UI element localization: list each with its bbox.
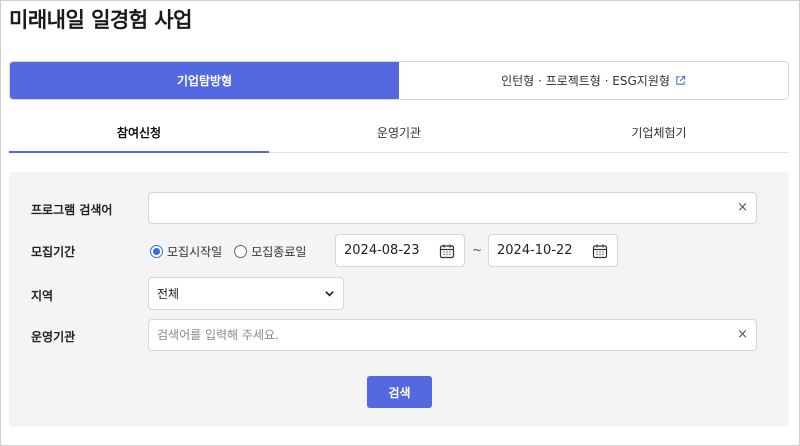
tab-intern-project-esg-label: 인턴형 · 프로젝트형 · ESG지원형 bbox=[501, 74, 670, 88]
calendar-icon[interactable] bbox=[439, 243, 455, 259]
tab-company-visit-label: 기업탐방형 bbox=[176, 74, 233, 88]
search-button[interactable]: 검색 bbox=[367, 376, 432, 408]
operator-search-input[interactable] bbox=[149, 320, 756, 350]
end-date-value: 2024-10-22 bbox=[497, 243, 573, 258]
tab-experience-reviews[interactable]: 기업체험기 bbox=[529, 114, 789, 152]
radio-start-date-label: 모집시작일 bbox=[167, 245, 223, 259]
region-select[interactable]: 전체 bbox=[148, 277, 344, 310]
sub-tab-bar: 참여신청 운영기관 기업체험기 bbox=[9, 114, 789, 153]
date-range-separator: ~ bbox=[472, 243, 483, 257]
region-selected-value: 전체 bbox=[157, 287, 180, 301]
clear-icon[interactable]: × bbox=[737, 328, 748, 342]
region-label: 지역 bbox=[31, 289, 54, 303]
tab-company-visit[interactable]: 기업탐방형 bbox=[10, 62, 399, 99]
tab-intern-project-esg[interactable]: 인턴형 · 프로젝트형 · ESG지원형 bbox=[399, 62, 788, 99]
page-title: 미래내일 일경험 사업 bbox=[9, 8, 193, 32]
main-tab-bar: 기업탐방형 인턴형 · 프로젝트형 · ESG지원형 bbox=[9, 61, 789, 100]
end-date-field[interactable]: 2024-10-22 bbox=[488, 234, 618, 267]
program-search-label: 프로그램 검색어 bbox=[31, 203, 113, 217]
program-search-field: × bbox=[148, 192, 757, 224]
period-type-radio-group: 모집시작일 모집종료일 bbox=[150, 243, 318, 260]
program-search-input[interactable] bbox=[149, 193, 756, 223]
external-link-icon bbox=[675, 75, 686, 86]
radio-start-date[interactable]: 모집시작일 bbox=[150, 243, 222, 260]
radio-unchecked-icon bbox=[234, 245, 248, 258]
calendar-icon[interactable] bbox=[592, 243, 608, 259]
radio-end-date-label: 모집종료일 bbox=[251, 245, 307, 259]
tab-apply[interactable]: 참여신청 bbox=[9, 114, 269, 153]
tab-operators[interactable]: 운영기관 bbox=[269, 114, 529, 152]
operator-search-field: × bbox=[148, 319, 757, 351]
radio-checked-icon bbox=[150, 245, 163, 258]
chevron-down-icon bbox=[324, 288, 335, 299]
start-date-field[interactable]: 2024-08-23 bbox=[335, 234, 465, 267]
recruit-period-label: 모집기간 bbox=[31, 245, 76, 259]
start-date-value: 2024-08-23 bbox=[344, 243, 420, 258]
radio-end-date[interactable]: 모집종료일 bbox=[234, 243, 306, 260]
operator-label: 운영기관 bbox=[31, 330, 76, 344]
clear-icon[interactable]: × bbox=[737, 201, 748, 215]
